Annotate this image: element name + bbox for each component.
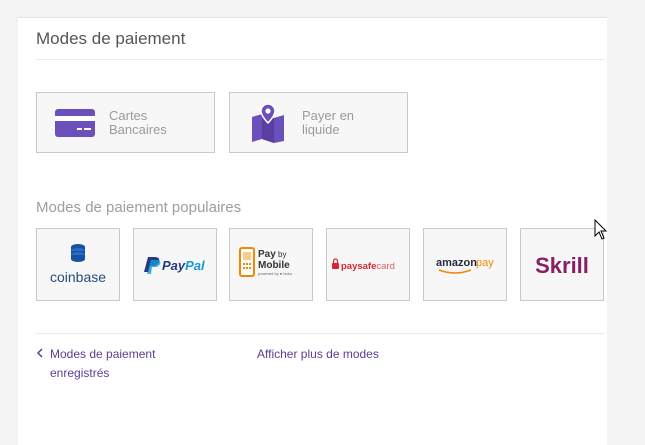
method-label: Cartes Bancaires xyxy=(109,108,167,137)
pay-wordmark: pay xyxy=(476,257,494,269)
mouse-cursor-icon xyxy=(594,219,608,240)
paypal-p-icon xyxy=(144,256,161,274)
paysafecard-wordmark: paysafecard xyxy=(341,261,395,272)
method-label: Payer en liquide xyxy=(302,108,355,137)
paybymobile-logo: Pay by Mobile powered by ● boku xyxy=(239,246,292,277)
paypal-logo: PayPal xyxy=(144,256,205,274)
footer-divider xyxy=(36,333,605,334)
coinbase-wordmark: coinbase xyxy=(50,269,106,285)
amazon-smile-icon xyxy=(438,268,472,274)
method-card-cards[interactable]: Cartes Bancaires xyxy=(36,92,215,153)
credit-card-icon xyxy=(55,109,95,137)
skrill-logo: Skrill xyxy=(535,253,589,278)
saved-methods-link[interactable]: Modes de paiement enregistrés xyxy=(36,345,180,383)
map-pin-icon xyxy=(252,103,284,143)
pbm-powered: powered by ● boku xyxy=(258,271,292,276)
coinbase-logo: coinbase xyxy=(50,243,106,285)
provider-skrill[interactable]: Skrill xyxy=(520,228,604,301)
amazonpay-logo: amazon pay xyxy=(436,257,494,274)
provider-coinbase[interactable]: coinbase xyxy=(36,228,120,301)
provider-amazonpay[interactable]: amazon pay xyxy=(423,228,507,301)
provider-paybymobile[interactable]: Pay by Mobile powered by ● boku xyxy=(229,228,313,301)
pbm-by: by xyxy=(278,250,286,259)
provider-paysafecard[interactable]: paysafecard xyxy=(326,228,410,301)
skrill-wordmark: Skrill xyxy=(535,253,589,278)
payment-methods-panel: Modes de paiement Cartes Bancaires Payer… xyxy=(18,17,607,445)
mobile-phone-icon xyxy=(239,246,255,277)
saved-methods-label: Modes de paiement enregistrés xyxy=(50,347,156,380)
provider-paypal[interactable]: PayPal xyxy=(133,228,217,301)
panel-top-border xyxy=(18,17,607,18)
pbm-mobile: Mobile xyxy=(258,260,290,271)
title-divider xyxy=(36,59,605,60)
paypal-wordmark: PayPal xyxy=(162,258,205,273)
page-title: Modes de paiement xyxy=(36,29,186,48)
paysafecard-logo: paysafecard xyxy=(332,257,395,272)
popular-methods-title: Modes de paiement populaires xyxy=(36,199,242,216)
padlock-icon xyxy=(332,257,339,269)
method-card-cash[interactable]: Payer en liquide xyxy=(229,92,408,153)
show-more-methods-link[interactable]: Afficher plus de modes xyxy=(257,345,379,364)
coin-stack-icon xyxy=(71,243,85,262)
chevron-left-icon xyxy=(36,348,43,358)
pbm-pay: Pay xyxy=(258,249,276,260)
amazon-wordmark: amazon xyxy=(436,257,477,269)
